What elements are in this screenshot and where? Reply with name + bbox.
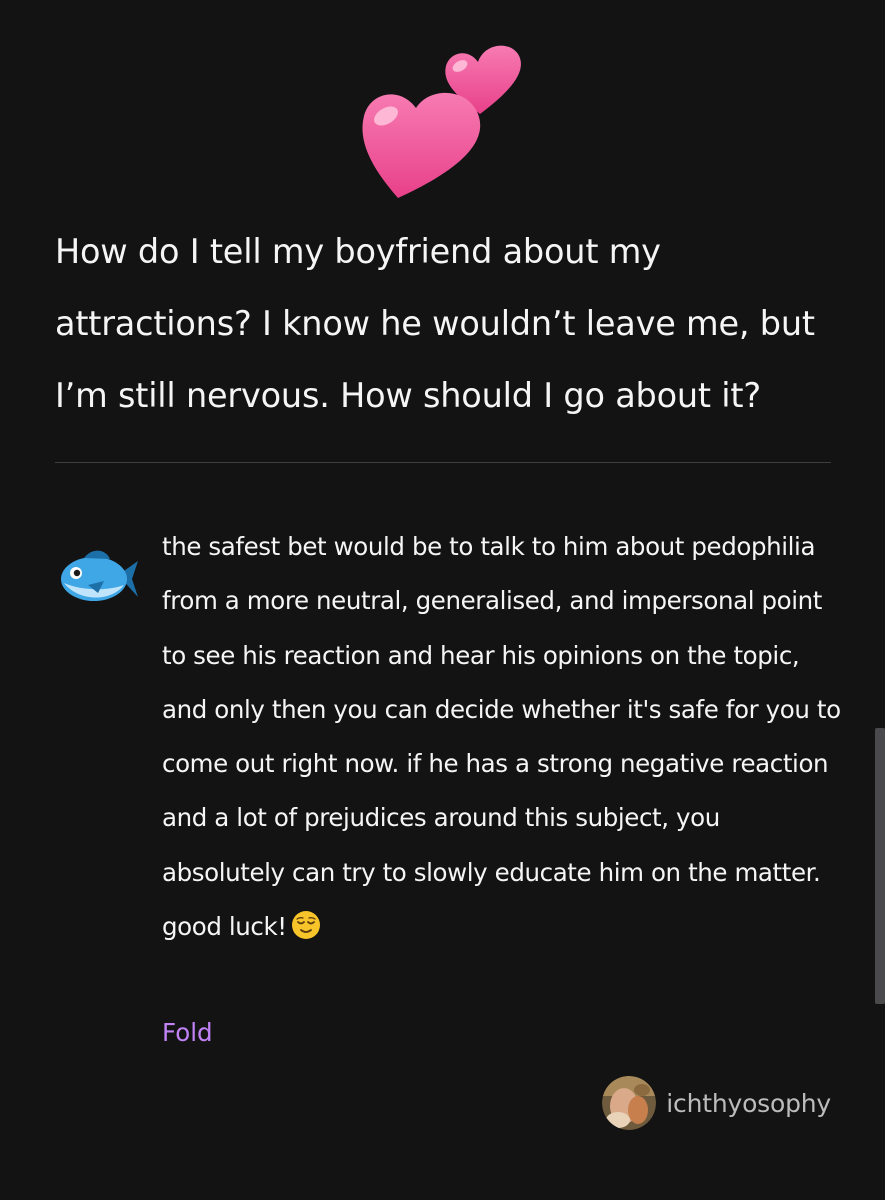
two-hearts-icon [362, 45, 521, 198]
fish-icon [61, 550, 138, 601]
closing-text: good luck! [162, 912, 287, 942]
relieved-face-icon [291, 911, 320, 940]
scrollbar[interactable] [875, 728, 885, 1004]
fold-button[interactable]: Fold [162, 1006, 213, 1060]
answer-paragraph: the safest bet would be to talk to him a… [162, 532, 841, 887]
author-name: ichthyosophy [666, 1088, 831, 1118]
answer-closing: good luck! [162, 900, 842, 954]
avatar [602, 1076, 657, 1130]
answer-text: the safest bet would be to talk to him a… [162, 520, 842, 954]
divider [55, 462, 831, 463]
question-text: How do I tell my boyfriend about my attr… [55, 232, 815, 415]
author-link[interactable]: ichthyosophy [602, 1076, 831, 1130]
